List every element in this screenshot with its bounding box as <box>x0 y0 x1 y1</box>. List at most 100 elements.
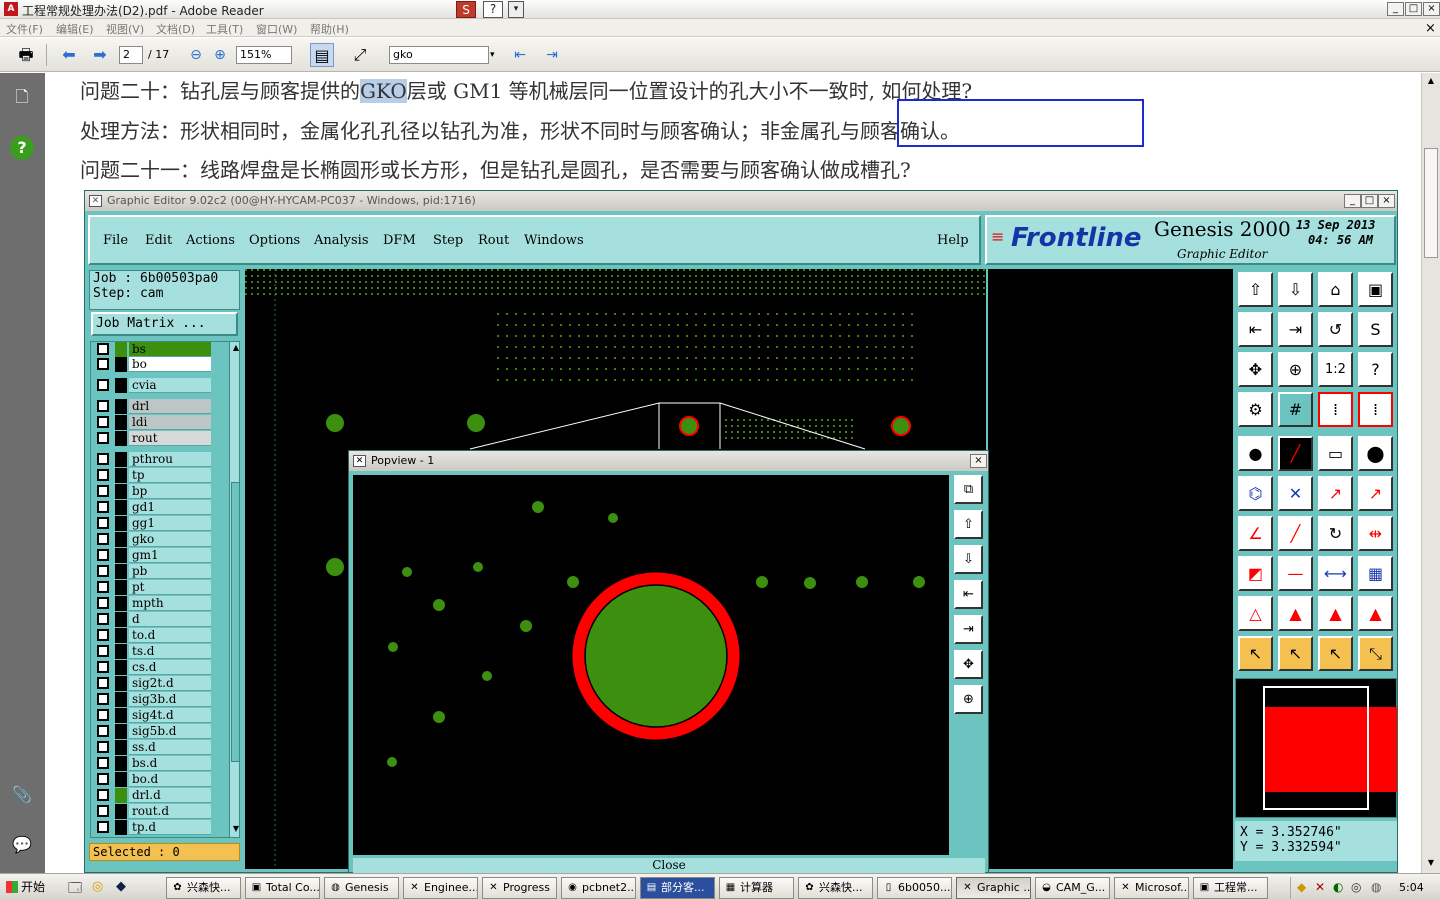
scroll-thumb[interactable] <box>1424 148 1438 258</box>
layer-row[interactable]: gko <box>91 532 226 547</box>
layer-list-scrollbar[interactable]: ▲ ▼ <box>229 342 239 837</box>
select-arrow-icon[interactable]: ↖ <box>1238 636 1273 671</box>
window-fit-icon[interactable]: ▣ <box>1358 272 1393 307</box>
taskbar-item[interactable]: ▣ 工程常... <box>1193 877 1268 899</box>
popview-fit-icon[interactable]: ✥ <box>954 650 983 679</box>
layer-row[interactable]: bs <box>91 342 226 357</box>
menu-edit[interactable]: 编辑(E) <box>56 21 94 37</box>
fit-page-icon[interactable]: ▤ <box>310 43 334 67</box>
taskbar-item[interactable]: ✕ Enginee... <box>403 877 478 899</box>
query-icon[interactable]: ? <box>1358 352 1393 387</box>
scroll-down-icon[interactable]: ▼ <box>1424 858 1438 870</box>
arrange-icon[interactable]: ▦ <box>1358 556 1393 591</box>
popview-pan-right-icon[interactable]: ⇥ <box>954 615 983 644</box>
layer-checkbox[interactable] <box>97 645 109 657</box>
layer-row[interactable]: bs.d <box>91 756 226 771</box>
layer-row[interactable]: pt <box>91 580 226 595</box>
popview-zoom-in-icon[interactable]: ⇧ <box>954 510 983 539</box>
layer-checkbox[interactable] <box>97 400 109 412</box>
layer-row[interactable]: rout <box>91 431 226 446</box>
taskbar-item[interactable]: ▯ 6b0050... <box>877 877 952 899</box>
menu-rout[interactable]: Rout <box>478 233 509 248</box>
help-question-icon[interactable]: ? <box>483 1 503 18</box>
add-pad-icon[interactable]: ● <box>1238 436 1273 471</box>
layer-checkbox[interactable] <box>97 773 109 785</box>
menu-file[interactable]: File <box>103 233 128 248</box>
menu-document[interactable]: 文档(D) <box>156 21 195 37</box>
comments-icon[interactable]: 💬 <box>10 833 34 857</box>
next-page-icon[interactable]: ➡ <box>88 43 112 67</box>
pan-left-icon[interactable]: ⇤ <box>1238 312 1273 347</box>
vertical-scrollbar[interactable]: ▲ ▼ <box>1421 73 1440 873</box>
menu-help[interactable]: 帮助(H) <box>310 21 349 37</box>
quicklaunch-icon[interactable]: ◆ <box>116 879 126 894</box>
layer-checkbox[interactable] <box>97 343 109 355</box>
layer-row[interactable]: tp <box>91 468 226 483</box>
layer-row[interactable]: sig3b.d <box>91 692 226 707</box>
scroll-down-icon[interactable]: ▼ <box>231 824 239 836</box>
layer-checkbox[interactable] <box>97 358 109 370</box>
tray-icon[interactable]: ◎ <box>1351 880 1361 894</box>
show-desktop-icon[interactable]: 🗔 <box>68 879 82 900</box>
window-menu-icon[interactable]: ✕ <box>353 455 366 467</box>
print-icon[interactable]: 🖶 <box>14 43 38 67</box>
overview-viewport[interactable] <box>1263 686 1369 810</box>
find-previous-icon[interactable]: ⇤ <box>508 43 532 67</box>
grid-icon[interactable]: # <box>1278 392 1313 427</box>
overview-map[interactable] <box>1235 678 1397 818</box>
taskbar-item[interactable]: ◒ CAM_G... <box>1035 877 1110 899</box>
popview-zoom-out-icon[interactable]: ⇩ <box>954 545 983 574</box>
maximize-button[interactable]: □ <box>1405 2 1422 16</box>
redraw-icon[interactable]: S <box>1358 312 1393 347</box>
tray-icon[interactable]: ✕ <box>1315 880 1325 894</box>
popview-pan-left-icon[interactable]: ⇤ <box>954 580 983 609</box>
taskbar-item[interactable]: ▦ 计算器 <box>719 877 794 899</box>
taskbar-item[interactable]: ◉ pcbnet2... <box>561 877 636 899</box>
taskbar-item[interactable]: ✕ Progress <box>482 877 557 899</box>
window-menu-icon[interactable]: ✕ <box>89 195 102 207</box>
fit-width-icon[interactable]: ⤢ <box>348 43 372 67</box>
select-path-icon[interactable]: ⤡ <box>1358 636 1393 671</box>
zoom-home-icon[interactable]: ⇧ <box>1238 272 1273 307</box>
layer-row[interactable]: tp.d <box>91 820 226 835</box>
layer-checkbox[interactable] <box>97 597 109 609</box>
menu-help[interactable]: Help <box>937 233 969 248</box>
taskbar-item[interactable]: ◍ Genesis <box>324 877 399 899</box>
pan-right-icon[interactable]: ⇥ <box>1278 312 1313 347</box>
angle-icon[interactable]: ∠ <box>1238 516 1273 551</box>
layer-row[interactable]: sig2t.d <box>91 676 226 691</box>
triangle-c-icon[interactable]: ▲ <box>1318 596 1353 631</box>
snap-icon[interactable]: ⁞ <box>1318 392 1353 427</box>
layer-row[interactable]: gm1 <box>91 548 226 563</box>
taskbar-item[interactable]: ▤ 部分客... <box>640 877 715 899</box>
layer-checkbox[interactable] <box>97 789 109 801</box>
layer-checkbox[interactable] <box>97 517 109 529</box>
layer-row[interactable]: ldi <box>91 415 226 430</box>
taskbar-item-active[interactable]: ✕ Graphic ... <box>956 877 1031 899</box>
layer-checkbox[interactable] <box>97 533 109 545</box>
layer-row[interactable]: pthrou <box>91 452 226 467</box>
layer-checkbox[interactable] <box>97 677 109 689</box>
popview-center-icon[interactable]: ⊕ <box>954 685 983 714</box>
taskbar-item[interactable]: ✕ Microsof... <box>1114 877 1189 899</box>
quicklaunch-icon[interactable]: ◎ <box>92 879 103 894</box>
line-select-icon[interactable]: — <box>1278 556 1313 591</box>
pad-select-icon[interactable]: ◩ <box>1238 556 1273 591</box>
taskbar-item[interactable]: ✿ 兴森快... <box>166 877 241 899</box>
layer-row[interactable]: d <box>91 612 226 627</box>
genesis-maximize-button[interactable]: □ <box>1361 194 1378 208</box>
tray-icon[interactable]: ◆ <box>1297 880 1306 894</box>
layer-checkbox[interactable] <box>97 549 109 561</box>
layer-checkbox[interactable] <box>97 379 109 391</box>
menu-windows[interactable]: Windows <box>524 233 584 248</box>
menu-step[interactable]: Step <box>433 233 463 248</box>
layer-checkbox[interactable] <box>97 661 109 673</box>
layer-checkbox[interactable] <box>97 501 109 513</box>
stretch-icon[interactable]: ⟷ <box>1318 556 1353 591</box>
ruler-icon[interactable]: ▭ <box>1318 436 1353 471</box>
scroll-up-icon[interactable]: ▲ <box>1424 76 1438 88</box>
search-input[interactable]: gko <box>389 46 489 64</box>
layer-row[interactable]: drl.d <box>91 788 226 803</box>
layer-checkbox[interactable] <box>97 565 109 577</box>
layer-checkbox[interactable] <box>97 432 109 444</box>
